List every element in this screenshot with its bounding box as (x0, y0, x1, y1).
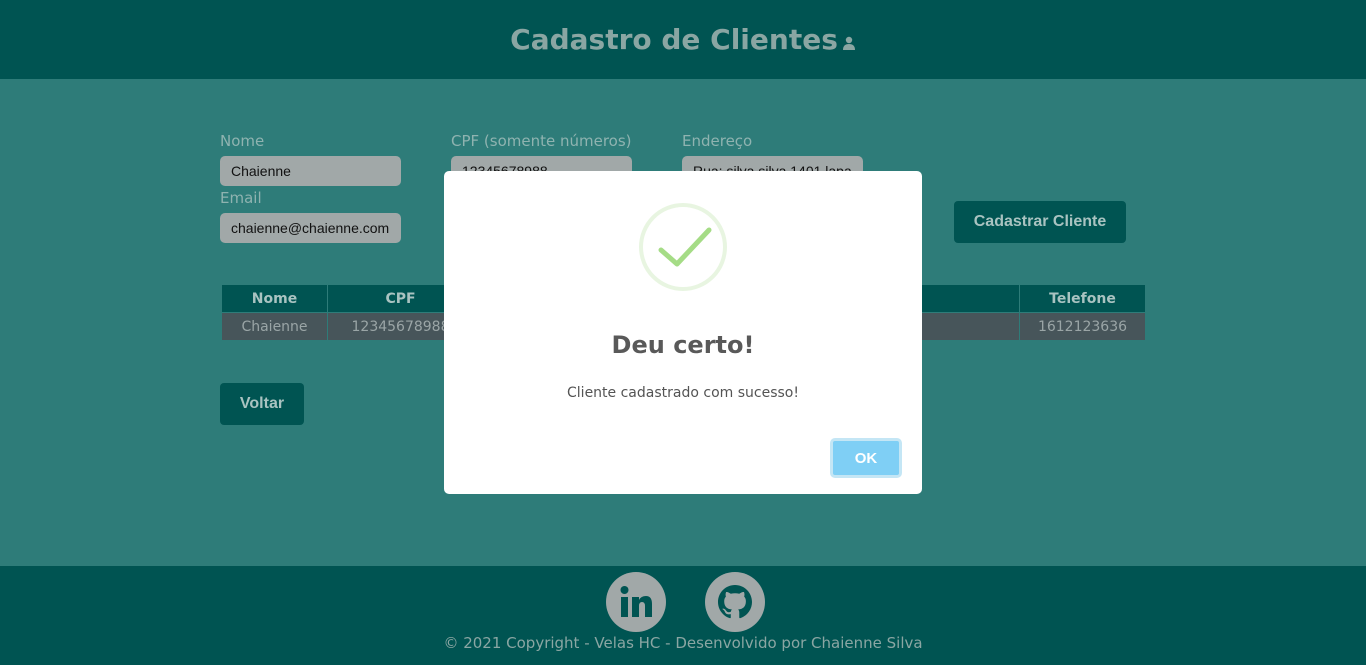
modal-message: Cliente cadastrado com sucesso! (567, 385, 799, 401)
ok-button[interactable]: OK (830, 438, 902, 478)
modal-title: Deu certo! (611, 331, 755, 359)
success-check-icon (658, 227, 712, 267)
success-modal: Deu certo! Cliente cadastrado com sucess… (444, 171, 922, 494)
